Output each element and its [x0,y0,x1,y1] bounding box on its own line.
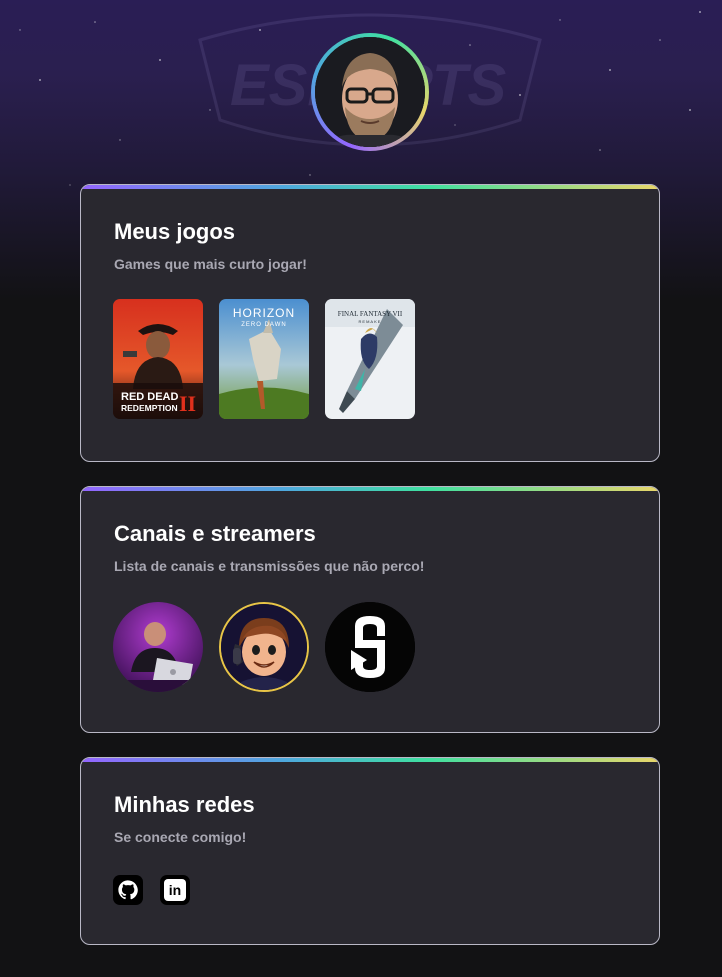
avatar-illustration [315,37,425,147]
github-icon [118,880,138,900]
channels-card-subtitle: Lista de canais e transmissões que não p… [114,558,425,574]
games-card-title: Meus jogos [114,219,236,244]
games-card-subtitle: Games que mais curto jogar! [114,256,307,272]
channels-card: Canais e streamers Lista de canais e tra… [80,486,660,733]
channel-logo-icon [325,602,415,692]
game-cover-horizon-zero-dawn[interactable]: HORIZON ZERO DAWN [219,299,309,419]
rdr2-cover-art: RED DEAD REDEMPTION II [113,299,203,419]
github-link[interactable] [113,875,143,905]
socials-card: Minhas redes Se conecte comigo! in [80,757,660,945]
linkedin-icon: in [164,879,186,901]
horizon-cover-line2: ZERO DAWN [241,322,286,328]
rdr2-cover-number: II [179,391,196,416]
channels-card-title: Canais e streamers [114,521,316,546]
channel-avatar-streamer[interactable] [113,602,203,692]
streamer-avatar-art [113,602,203,692]
game-cover-final-fantasy-7-remake[interactable]: FINAL FANTASY VII REMAKE [325,299,415,419]
horizon-cover-line1: HORIZON [233,306,295,320]
ff7-cover-art: FINAL FANTASY VII REMAKE [325,299,415,419]
socials-card-title: Minhas redes [114,792,255,817]
page: ESPORTS Meus jogos Games que mais curto … [0,0,722,977]
profile-avatar [311,33,429,151]
ff7-cover-line1: FINAL FANTASY VII [338,310,403,318]
rdr2-cover-line1: RED DEAD [121,391,179,403]
games-card: Meus jogos Games que mais curto jogar! R… [80,184,660,462]
horizon-cover-art: HORIZON ZERO DAWN [219,299,309,419]
linkedin-link[interactable]: in [160,875,190,905]
channel-avatar-logo[interactable] [325,602,415,692]
game-cover-red-dead-redemption-2[interactable]: RED DEAD REDEMPTION II [113,299,203,419]
socials-card-subtitle: Se conecte comigo! [114,829,247,845]
rdr2-cover-line2: REDEMPTION [121,403,178,413]
cartoon-avatar-art [221,604,307,690]
channel-avatar-cartoon[interactable] [219,602,309,692]
ff7-cover-line2: REMAKE [359,319,382,324]
profile-photo [315,37,425,147]
